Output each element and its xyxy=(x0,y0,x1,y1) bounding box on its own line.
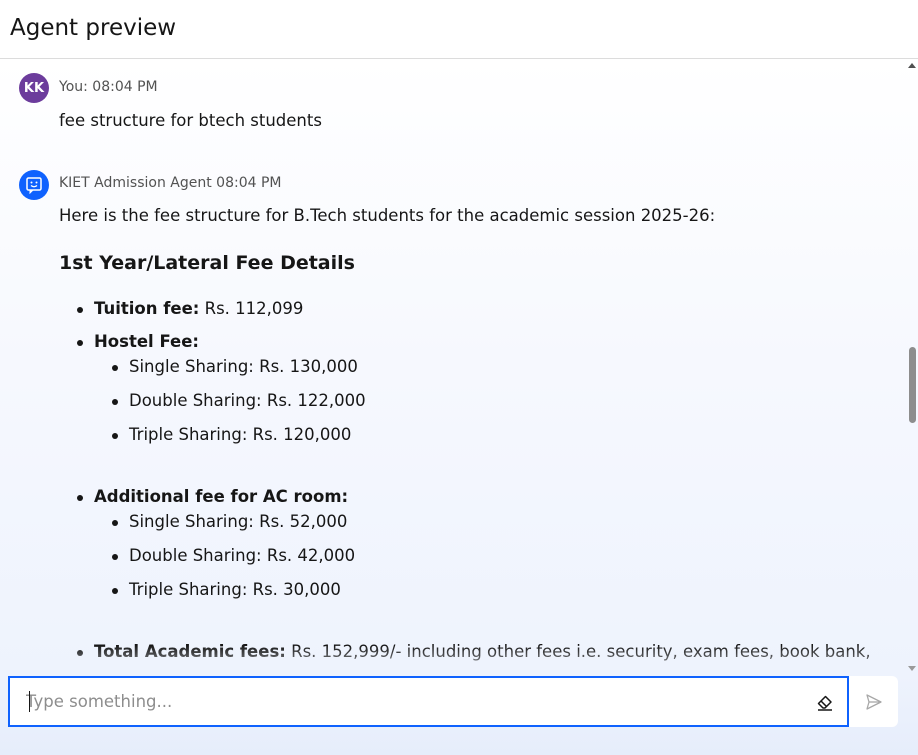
scroll-down-arrow-icon[interactable] xyxy=(908,666,916,671)
sub-list-item-text: Triple Sharing: Rs. 120,000 xyxy=(129,425,352,444)
list-item-label: Tuition fee: xyxy=(94,299,200,318)
list-item-label: Total Academic fees: xyxy=(94,642,286,661)
list-item-ac-room: Additional fee for AC room: xyxy=(77,487,349,506)
sub-list-item-text: Single Sharing: Rs. 52,000 xyxy=(129,512,348,531)
sub-list-item-text: Double Sharing: Rs. 122,000 xyxy=(129,391,366,410)
page-title: Agent preview xyxy=(10,15,177,41)
bullet xyxy=(112,399,118,405)
sub-list-item-text: Single Sharing: Rs. 130,000 xyxy=(129,357,358,376)
sub-list-item: Single Sharing: Rs. 52,000 xyxy=(112,512,348,531)
sub-list-item: Double Sharing: Rs. 122,000 xyxy=(112,391,366,410)
user-message-text: fee structure for btech students xyxy=(59,111,322,130)
sub-list-item-text: Double Sharing: Rs. 42,000 xyxy=(129,546,356,565)
bot-message-intro: Here is the fee structure for B.Tech stu… xyxy=(59,206,716,225)
bullet xyxy=(77,650,83,656)
list-item-label: Hostel Fee: xyxy=(94,332,200,351)
chat-transcript[interactable]: KK You: 08:04 PM fee structure for btech… xyxy=(0,59,918,675)
sub-list-item: Triple Sharing: Rs. 120,000 xyxy=(112,425,352,444)
send-button[interactable] xyxy=(849,676,898,727)
bullet xyxy=(112,520,118,526)
bullet xyxy=(112,554,118,560)
user-message-meta: You: 08:04 PM xyxy=(59,79,158,95)
message-input-container[interactable] xyxy=(8,676,849,727)
text-caret xyxy=(29,691,30,712)
composer xyxy=(0,675,918,755)
scrollbar-thumb[interactable] xyxy=(909,347,916,423)
chat-bot-icon xyxy=(19,170,49,200)
send-icon xyxy=(865,693,882,710)
scroll-up-arrow-icon[interactable] xyxy=(908,63,916,68)
sub-list-item-text: Triple Sharing: Rs. 30,000 xyxy=(129,580,341,599)
user-avatar: KK xyxy=(19,73,49,103)
list-item-value: Rs. 152,999/- including other fees i.e. … xyxy=(285,642,871,661)
bullet xyxy=(77,340,83,346)
list-item-hostel: Hostel Fee: xyxy=(77,332,200,351)
header: Agent preview xyxy=(0,0,918,59)
list-item-value: Rs. 112,099 xyxy=(199,299,304,318)
sub-list-item: Single Sharing: Rs. 130,000 xyxy=(112,357,358,376)
bullet xyxy=(77,495,83,501)
bot-message-meta: KIET Admission Agent 08:04 PM xyxy=(59,175,282,191)
section-heading: 1st Year/Lateral Fee Details xyxy=(59,252,355,274)
scrollbar[interactable] xyxy=(906,59,918,675)
list-item-total: Total Academic fees: Rs. 152,999/- inclu… xyxy=(77,642,871,661)
bullet xyxy=(112,588,118,594)
list-item-label: Additional fee for AC room: xyxy=(94,487,349,506)
message-input[interactable] xyxy=(26,678,796,725)
sub-list-item: Double Sharing: Rs. 42,000 xyxy=(112,546,356,565)
bullet xyxy=(112,433,118,439)
bullet xyxy=(77,307,83,313)
sub-list-item: Triple Sharing: Rs. 30,000 xyxy=(112,580,341,599)
eraser-icon[interactable] xyxy=(814,691,836,713)
bullet xyxy=(112,365,118,371)
list-item-tuition: Tuition fee: Rs. 112,099 xyxy=(77,299,304,318)
